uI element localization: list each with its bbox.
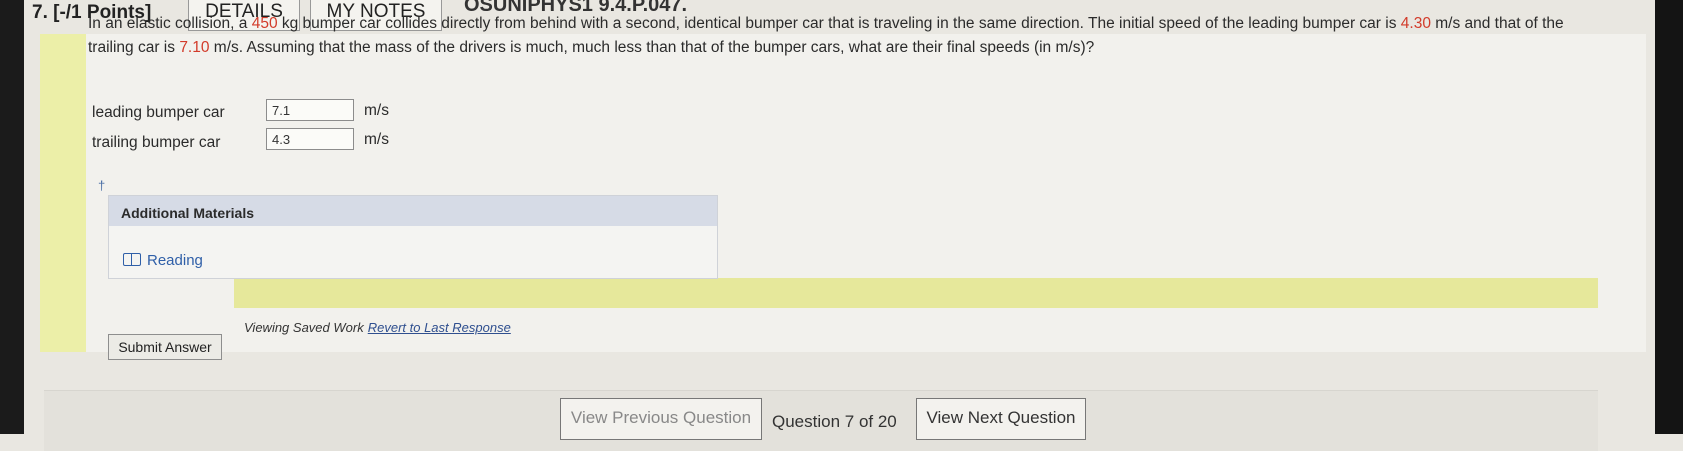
submit-answer-button[interactable]: Submit Answer <box>108 334 222 360</box>
trailing-unit: m/s <box>364 131 389 148</box>
viewing-saved-work-text: Viewing Saved Work <box>244 320 364 335</box>
leading-unit: m/s <box>364 102 389 119</box>
question-text-part: m/s. Assuming that the mass of the drive… <box>209 39 1095 56</box>
trailing-speed-value: 7.10 <box>179 39 210 56</box>
additional-materials-panel: Additional Materials Reading <box>108 195 718 279</box>
status-bar <box>234 278 1598 308</box>
status-text: Viewing Saved Work Revert to Last Respons… <box>244 320 511 335</box>
question-text-part: In an elastic collision, a <box>88 15 252 32</box>
reading-link[interactable]: Reading <box>123 252 203 269</box>
right-dark-edge <box>1655 0 1683 434</box>
trailing-bumper-car-input[interactable]: 4.3 <box>266 128 354 150</box>
reading-link-label: Reading <box>147 252 203 269</box>
additional-materials-title: Additional Materials <box>109 196 717 226</box>
leading-bumper-car-input[interactable]: 7.1 <box>266 99 354 121</box>
left-dark-edge <box>0 0 24 434</box>
leading-bumper-car-label: leading bumper car <box>92 104 225 121</box>
question-count: Question 7 of 20 <box>772 412 897 431</box>
book-icon <box>123 253 141 266</box>
trailing-bumper-car-label: trailing bumper car <box>92 134 221 151</box>
question-text-part: kg bumper car collides directly from beh… <box>277 15 1401 32</box>
question-text: In an elastic collision, a 450 kg bumper… <box>88 12 1588 60</box>
revert-link[interactable]: Revert to Last Response <box>368 320 511 335</box>
leading-speed-value: 4.30 <box>1400 15 1431 32</box>
mass-value: 450 <box>251 15 278 32</box>
dagger-marker: † <box>98 178 106 193</box>
